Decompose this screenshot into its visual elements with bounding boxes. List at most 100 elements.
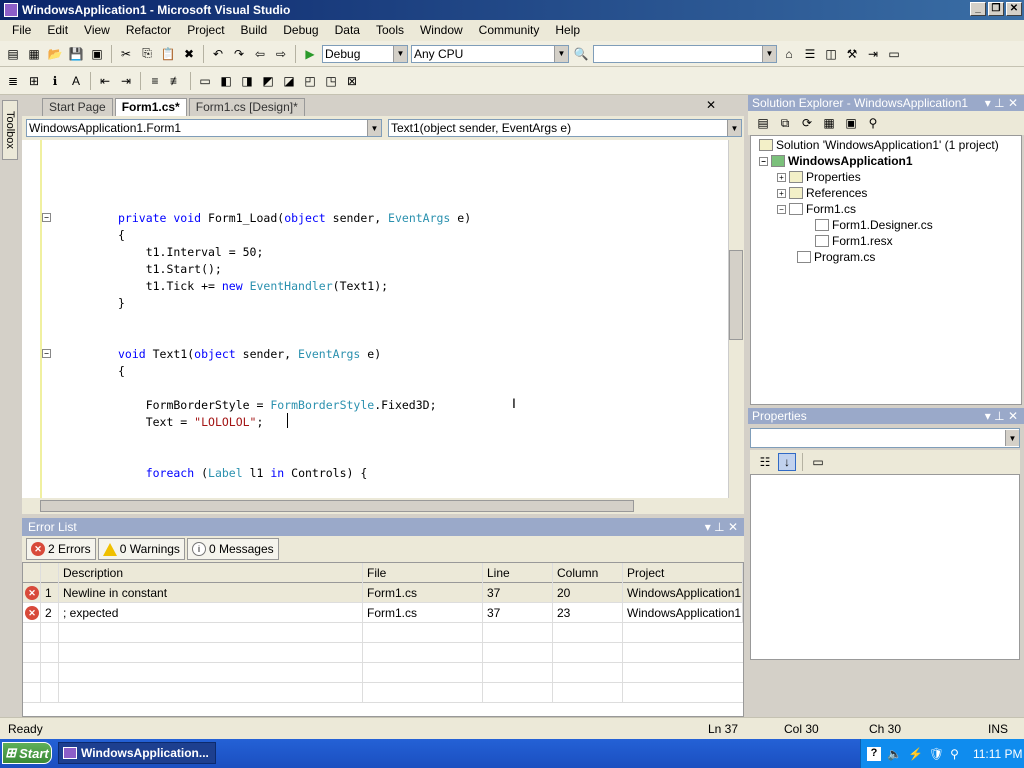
warnings-filter-button[interactable]: 0 Warnings bbox=[97, 538, 185, 560]
column-line[interactable]: Line bbox=[483, 563, 553, 583]
close-document-icon[interactable]: ✕ bbox=[706, 98, 716, 112]
editor-horizontal-scroll-thumb[interactable] bbox=[40, 500, 634, 512]
clock[interactable]: 11:11 PM bbox=[973, 747, 1023, 761]
expand-icon[interactable]: + bbox=[777, 172, 786, 182]
tree-node-form1-designer[interactable]: Form1.Designer.cs bbox=[815, 217, 933, 233]
view-code-icon[interactable]: ▦ bbox=[820, 114, 838, 132]
network-icon[interactable]: ⚡ bbox=[908, 747, 923, 761]
maximize-button[interactable]: ❐ bbox=[988, 2, 1004, 16]
editor-vertical-scroll-thumb[interactable] bbox=[729, 250, 743, 340]
menu-data[interactable]: Data bbox=[327, 21, 368, 40]
start-button[interactable]: ⊞ Start bbox=[2, 742, 52, 764]
toggle-bookmark-icon[interactable]: ▭ bbox=[196, 72, 214, 90]
next-bookmark-document-icon[interactable]: ◳ bbox=[322, 72, 340, 90]
column-column[interactable]: Column bbox=[553, 563, 623, 583]
display-quick-info-icon[interactable]: ℹ bbox=[46, 72, 64, 90]
menu-build[interactable]: Build bbox=[233, 21, 276, 40]
tree-node-project[interactable]: − WindowsApplication1 bbox=[759, 153, 913, 169]
code-editor[interactable]: − − private void Form1_Load(object sende… bbox=[22, 140, 728, 498]
object-browser-icon[interactable]: ◫ bbox=[822, 45, 840, 63]
navigate-backward-icon[interactable]: ⇦ bbox=[251, 45, 269, 63]
menu-view[interactable]: View bbox=[76, 21, 118, 40]
tree-node-form1[interactable]: − Form1.cs bbox=[777, 201, 856, 217]
expand-icon[interactable]: + bbox=[777, 188, 786, 198]
toolbox-icon[interactable]: ⚒ bbox=[843, 45, 861, 63]
collapse-icon[interactable]: − bbox=[42, 349, 51, 358]
column-project[interactable]: Project bbox=[623, 563, 743, 583]
collapse-icon[interactable]: − bbox=[777, 204, 786, 214]
class-combo[interactable]: WindowsApplication1.Form1 ▼ bbox=[26, 119, 382, 137]
table-row[interactable]: ✕ 1 Newline in constant Form1.cs 37 20 W… bbox=[23, 583, 743, 603]
categorized-icon[interactable]: ☷ bbox=[756, 453, 774, 471]
paste-icon[interactable]: 📋 bbox=[159, 45, 177, 63]
properties-window-icon[interactable]: ☰ bbox=[801, 45, 819, 63]
menu-help[interactable]: Help bbox=[547, 21, 588, 40]
tab-form1-cs[interactable]: Form1.cs* bbox=[114, 98, 187, 116]
column-description[interactable]: Description bbox=[59, 563, 363, 583]
menu-window[interactable]: Window bbox=[412, 21, 471, 40]
menu-file[interactable]: File bbox=[4, 21, 39, 40]
solution-platform-combo[interactable]: Any CPU ▼ bbox=[411, 44, 569, 63]
increase-indent-icon[interactable]: ⇥ bbox=[117, 72, 135, 90]
minimize-button[interactable]: _ bbox=[970, 2, 986, 16]
menu-tools[interactable]: Tools bbox=[368, 21, 412, 40]
tree-node-form1-resx[interactable]: Form1.resx bbox=[815, 233, 893, 249]
collapse-icon[interactable]: − bbox=[42, 213, 51, 222]
delete-icon[interactable]: ✖ bbox=[180, 45, 198, 63]
collapse-icon[interactable]: − bbox=[759, 156, 768, 166]
properties-icon[interactable]: ▤ bbox=[754, 114, 772, 132]
property-pages-icon[interactable]: ▭ bbox=[809, 453, 827, 471]
tab-form1-design[interactable]: Form1.cs [Design]* bbox=[188, 98, 305, 116]
close-icon[interactable]: ▾ ⊥ ✕ bbox=[705, 518, 738, 536]
copy-icon[interactable]: ⎘ bbox=[138, 45, 156, 63]
search-icon[interactable]: ⚲ bbox=[950, 747, 959, 761]
properties-object-combo[interactable]: ▼ bbox=[750, 428, 1020, 448]
solution-explorer-icon[interactable]: ⌂ bbox=[780, 45, 798, 63]
menu-project[interactable]: Project bbox=[179, 21, 232, 40]
next-bookmark-icon[interactable]: ◨ bbox=[238, 72, 256, 90]
tree-node-solution[interactable]: Solution 'WindowsApplication1' (1 projec… bbox=[759, 137, 999, 153]
next-bookmark-folder-icon[interactable]: ◪ bbox=[280, 72, 298, 90]
start-debugging-icon[interactable]: ▶ bbox=[301, 45, 319, 63]
display-word-completion-icon[interactable]: A bbox=[67, 72, 85, 90]
menu-edit[interactable]: Edit bbox=[39, 21, 76, 40]
save-icon[interactable]: 💾 bbox=[67, 45, 85, 63]
menu-debug[interactable]: Debug bbox=[275, 21, 326, 40]
previous-bookmark-icon[interactable]: ◧ bbox=[217, 72, 235, 90]
tree-node-properties[interactable]: + Properties bbox=[777, 169, 861, 185]
command-window-icon[interactable]: ▭ bbox=[885, 45, 903, 63]
alphabetical-icon[interactable]: ↓ bbox=[778, 453, 796, 471]
close-button[interactable]: ✕ bbox=[1006, 2, 1022, 16]
previous-bookmark-document-icon[interactable]: ◰ bbox=[301, 72, 319, 90]
find-combo[interactable]: ▼ bbox=[593, 44, 777, 63]
view-class-diagram-icon[interactable]: ⚲ bbox=[864, 114, 882, 132]
help-icon[interactable]: ? bbox=[867, 746, 881, 761]
tree-node-references[interactable]: + References bbox=[777, 185, 867, 201]
view-designer-icon[interactable]: ▣ bbox=[842, 114, 860, 132]
add-item-icon[interactable]: ▦ bbox=[25, 45, 43, 63]
taskbar-item-visual-studio[interactable]: WindowsApplication... bbox=[58, 742, 216, 764]
toolbox-tab[interactable]: Toolbox bbox=[2, 100, 18, 160]
solution-configuration-combo[interactable]: Debug ▼ bbox=[322, 44, 408, 63]
uncomment-lines-icon[interactable]: ≢ bbox=[167, 72, 185, 90]
member-combo[interactable]: Text1(object sender, EventArgs e) ▼ bbox=[388, 119, 742, 137]
find-in-files-icon[interactable]: 🔍 bbox=[572, 45, 590, 63]
menu-refactor[interactable]: Refactor bbox=[118, 21, 179, 40]
start-page-icon[interactable]: ⇥ bbox=[864, 45, 882, 63]
close-icon[interactable]: ▾ ⊥ ✕ bbox=[985, 95, 1018, 111]
show-all-files-icon[interactable]: ⧉ bbox=[776, 114, 794, 132]
messages-filter-button[interactable]: i0 Messages bbox=[186, 538, 279, 560]
new-project-icon[interactable]: ▤ bbox=[4, 45, 22, 63]
navigate-forward-icon[interactable]: ⇨ bbox=[272, 45, 290, 63]
open-folder-icon[interactable]: 📂 bbox=[46, 45, 64, 63]
save-all-icon[interactable]: ▣ bbox=[88, 45, 106, 63]
tab-start-page[interactable]: Start Page bbox=[42, 98, 113, 116]
security-icon[interactable]: 🛡 bbox=[929, 747, 944, 761]
display-parameter-info-icon[interactable]: ⊞ bbox=[25, 72, 43, 90]
close-icon[interactable]: ▾ ⊥ ✕ bbox=[985, 408, 1018, 424]
display-object-member-list-icon[interactable]: ≣ bbox=[4, 72, 22, 90]
column-file[interactable]: File bbox=[363, 563, 483, 583]
previous-bookmark-folder-icon[interactable]: ◩ bbox=[259, 72, 277, 90]
volume-icon[interactable]: 🔈 bbox=[887, 747, 902, 761]
menu-community[interactable]: Community bbox=[471, 21, 548, 40]
